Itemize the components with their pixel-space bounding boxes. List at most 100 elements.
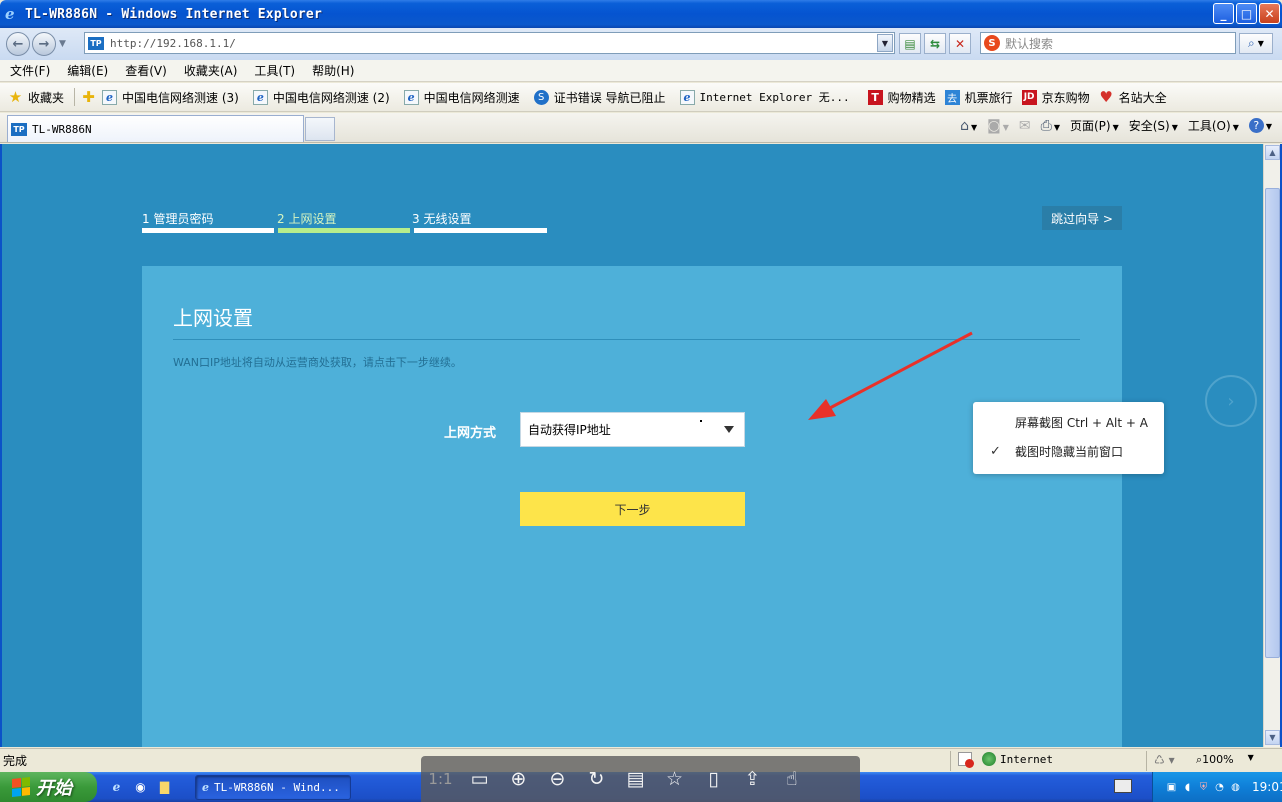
- new-tab-button[interactable]: [305, 117, 335, 141]
- tray-icons: ▣ ◖ ⛨ ◔ ◍: [1165, 781, 1242, 794]
- search-input[interactable]: S 默认搜索: [980, 32, 1236, 54]
- page-menu[interactable]: 页面(P) ▼: [1070, 117, 1119, 134]
- command-bar: ⌂ ▼ ◙ ▼ ✉ ⎙ ▼ 页面(P) ▼ 安全(S) ▼ 工具(O) ▼ ? ▼: [960, 117, 1272, 134]
- address-dropdown-icon[interactable]: ▼: [877, 34, 893, 52]
- favorite-item[interactable]: e 中国电信网络测速 (3): [102, 89, 239, 106]
- favorites-button[interactable]: ★ 收藏夹: [8, 88, 64, 106]
- history-dropdown-icon[interactable]: ▼: [59, 39, 66, 49]
- chevron-down-icon: ▼: [1053, 122, 1060, 132]
- chevron-down-icon: ▼: [1247, 753, 1254, 762]
- share-icon[interactable]: ⇪: [733, 756, 772, 802]
- ie-page-icon: e: [403, 89, 419, 105]
- rotate-icon[interactable]: ↻: [577, 756, 616, 802]
- fit-window-icon[interactable]: ▭: [460, 756, 499, 802]
- next-step-button[interactable]: 下一步: [520, 492, 745, 526]
- antivirus-icon[interactable]: ◍: [1229, 781, 1242, 794]
- window-title-bar[interactable]: e TL-WR886N - Windows Internet Explorer …: [0, 0, 1282, 28]
- menu-favorites[interactable]: 收藏夹(A): [184, 62, 238, 79]
- address-toolbar: ← → ▼ TP http://192.168.1.1/ ▼ ▤ ⇆ ✕ S 默…: [0, 28, 1282, 60]
- folder-quicklaunch-icon[interactable]: ▇: [156, 778, 173, 795]
- ie-quicklaunch-icon[interactable]: e: [108, 778, 125, 795]
- vertical-scrollbar[interactable]: ▲ ▼: [1263, 144, 1280, 747]
- print-button[interactable]: ⎙ ▼: [1041, 118, 1060, 134]
- refresh-icon[interactable]: ⇆: [924, 33, 946, 54]
- system-tray: ▣ ◖ ⛨ ◔ ◍ 19:01: [1152, 772, 1282, 802]
- start-button[interactable]: 开始: [0, 772, 97, 802]
- ie-logo-icon: e: [5, 5, 15, 23]
- magnifier-icon: ⌕: [1248, 36, 1255, 50]
- taskbar-item-label: TL-WR886N - Wind...: [214, 781, 340, 794]
- favorite-item[interactable]: T 购物精选: [867, 89, 936, 106]
- zoom-level: ⌕100%: [1196, 753, 1234, 767]
- address-input[interactable]: TP http://192.168.1.1/ ▼: [84, 32, 895, 54]
- touch-icon[interactable]: ☝: [772, 756, 811, 802]
- bookmark-icon[interactable]: ☆: [655, 756, 694, 802]
- home-button[interactable]: ⌂ ▼: [960, 118, 977, 134]
- sync-icon[interactable]: ◔: [1213, 781, 1226, 794]
- menu-item-label: 屏幕截图 Ctrl + Alt + A: [1015, 415, 1148, 430]
- connection-type-label: 上网方式: [444, 426, 497, 441]
- favorite-item[interactable]: S 证书错误 导航已阻止: [533, 89, 666, 106]
- media-quicklaunch-icon[interactable]: ◉: [132, 778, 149, 795]
- scroll-down-icon[interactable]: ▼: [1265, 730, 1280, 745]
- add-favorite-icon[interactable]: ✚: [81, 88, 96, 106]
- address-url[interactable]: http://192.168.1.1/: [110, 37, 236, 50]
- protected-mode-icon[interactable]: ♺ ▾: [1154, 753, 1175, 767]
- favorite-item[interactable]: e 中国电信网络测速: [403, 89, 520, 106]
- help-button[interactable]: ? ▼: [1248, 118, 1272, 133]
- tab-tl-wr886n[interactable]: TP TL-WR886N: [7, 115, 304, 142]
- shield-icon[interactable]: ⛨: [1197, 781, 1210, 794]
- menu-edit[interactable]: 编辑(E): [67, 62, 108, 79]
- minimize-button[interactable]: _: [1213, 3, 1234, 24]
- zone-label: Internet: [1000, 752, 1053, 766]
- favorite-item[interactable]: 去 机票旅行: [944, 89, 1013, 106]
- popup-blocked-icon[interactable]: [958, 752, 974, 768]
- menu-item-hide-window[interactable]: ✓ 截图时隐藏当前窗口: [973, 437, 1164, 465]
- taskbar-item-ie[interactable]: e TL-WR886N - Wind...: [195, 775, 351, 800]
- checkmark-icon: ✓: [990, 443, 1001, 459]
- zoom-value: 100%: [1202, 753, 1234, 766]
- network-icon[interactable]: ▣: [1165, 781, 1178, 794]
- volume-icon[interactable]: ◖: [1181, 781, 1194, 794]
- scroll-up-icon[interactable]: ▲: [1265, 145, 1280, 160]
- zoom-control[interactable]: ⌕100% ▼: [1196, 753, 1254, 767]
- feeds-button[interactable]: ◙ ▼: [987, 118, 1009, 134]
- keyboard-icon[interactable]: [1114, 779, 1132, 793]
- menu-file[interactable]: 文件(F): [10, 62, 50, 79]
- back-button[interactable]: ←: [6, 32, 30, 56]
- menu-tools[interactable]: 工具(T): [254, 62, 295, 79]
- next-page-arrow-icon[interactable]: ›: [1205, 375, 1257, 427]
- device-icon[interactable]: ▯: [694, 756, 733, 802]
- maximize-button[interactable]: □: [1236, 3, 1257, 24]
- favorite-item[interactable]: ♥ 名站大全: [1099, 88, 1166, 106]
- tools-menu[interactable]: 工具(O) ▼: [1188, 117, 1239, 134]
- stop-icon[interactable]: ✕: [949, 33, 971, 54]
- chevron-down-icon: ▼: [1265, 122, 1272, 131]
- ie-page-icon: e: [679, 89, 695, 105]
- save-icon[interactable]: ▤: [616, 756, 655, 802]
- favorite-item[interactable]: e Internet Explorer 无...: [679, 89, 850, 105]
- compatibility-view-icon[interactable]: ▤: [899, 33, 921, 54]
- close-button[interactable]: ✕: [1259, 3, 1280, 24]
- search-button[interactable]: ⌕ ▼: [1239, 33, 1273, 54]
- actual-size-button[interactable]: 1:1: [421, 756, 460, 802]
- favorite-item[interactable]: JD 京东购物: [1021, 89, 1090, 106]
- favorite-label: 机票旅行: [964, 90, 1013, 105]
- skip-wizard-button[interactable]: 跳过向导 >: [1042, 206, 1122, 230]
- safety-menu[interactable]: 安全(S) ▼: [1129, 117, 1178, 134]
- forward-button[interactable]: →: [32, 32, 56, 56]
- scroll-thumb[interactable]: [1265, 188, 1280, 658]
- favorite-item[interactable]: e 中国电信网络测速 (2): [252, 89, 390, 106]
- start-label: 开始: [36, 778, 72, 799]
- menu-view[interactable]: 查看(V): [125, 62, 167, 79]
- connection-type-select[interactable]: 自动获得IP地址: [520, 412, 745, 447]
- step-progress-3: [414, 228, 547, 233]
- favorite-label: 证书错误 导航已阻止: [553, 90, 666, 105]
- security-zone[interactable]: Internet: [958, 752, 1053, 768]
- mail-icon[interactable]: ✉: [1019, 118, 1031, 134]
- favorite-label: 购物精选: [887, 90, 936, 105]
- zoom-in-icon[interactable]: ⊕: [499, 756, 538, 802]
- zoom-out-icon[interactable]: ⊖: [538, 756, 577, 802]
- menu-item-screenshot[interactable]: 屏幕截图 Ctrl + Alt + A: [973, 408, 1164, 436]
- menu-help[interactable]: 帮助(H): [312, 62, 354, 79]
